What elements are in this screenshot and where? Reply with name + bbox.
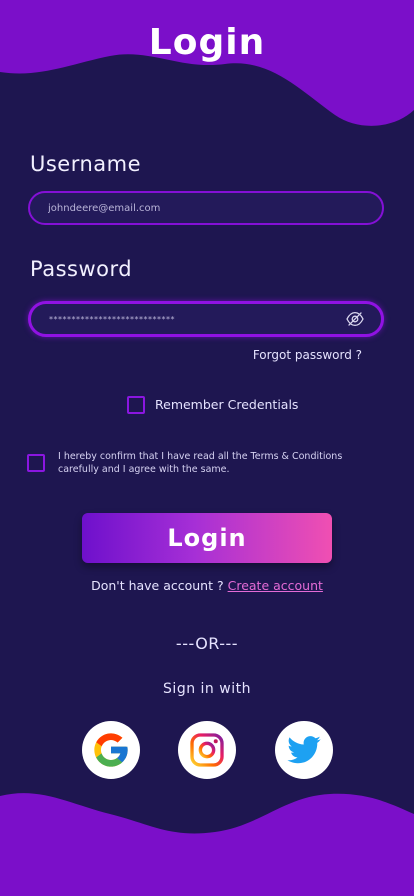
eye-slash-icon[interactable] [345,311,365,327]
google-signin-button[interactable] [82,721,140,779]
page-title: Login [148,22,266,63]
google-icon [94,733,128,767]
bottom-wave-decoration [0,793,414,896]
terms-text: I hereby confirm that I have read all th… [58,451,343,475]
instagram-signin-button[interactable] [178,721,236,779]
top-wave-decoration [0,0,414,126]
password-input[interactable] [49,304,339,334]
signup-prompt: Don't have account ? [91,578,224,593]
instagram-icon [190,733,224,767]
password-label: Password [30,257,133,281]
username-field-container [28,191,384,225]
terms-checkbox[interactable] [27,454,45,472]
signup-row: Don't have account ? Create account [0,578,414,593]
forgot-password-link[interactable]: Forgot password ? [253,348,362,362]
username-label: Username [30,152,142,176]
remember-credentials-label: Remember Credentials [155,397,299,412]
remember-credentials-checkbox[interactable] [127,396,145,414]
twitter-signin-button[interactable] [275,721,333,779]
login-button[interactable]: Login [82,513,332,563]
twitter-icon [287,736,321,764]
or-divider: ---OR--- [175,634,239,653]
sign-in-with-heading: Sign in with [163,681,251,697]
username-input[interactable] [48,193,338,223]
create-account-link[interactable]: Create account [228,578,323,593]
password-field-container [28,301,384,337]
